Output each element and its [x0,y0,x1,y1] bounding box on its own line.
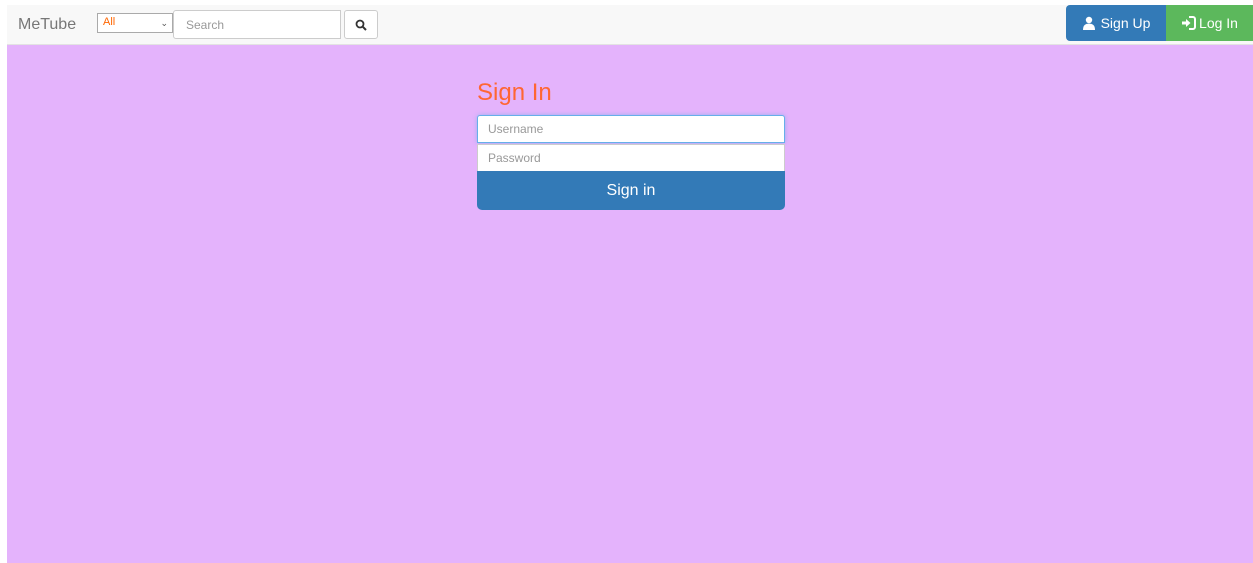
category-select[interactable]: All ⌄ [97,13,173,33]
page-frame: MeTube All ⌄ Sign Up Log In [7,5,1253,563]
search-input[interactable] [173,10,341,39]
password-field[interactable] [477,144,785,172]
log-in-label: Log In [1199,15,1238,31]
log-in-button[interactable]: Log In [1166,5,1253,41]
sign-up-button[interactable]: Sign Up [1066,5,1166,41]
page-title: Sign In [477,79,552,106]
user-icon [1082,16,1095,30]
brand-logo[interactable]: MeTube [18,16,76,34]
sign-up-label: Sign Up [1100,15,1151,31]
chevron-down-icon: ⌄ [160,18,168,28]
category-select-value: All [103,16,116,28]
log-in-icon [1182,16,1197,30]
sign-in-label: Sign in [606,181,656,199]
sign-in-button[interactable]: Sign in [477,171,785,210]
navbar: MeTube All ⌄ Sign Up Log In [7,5,1253,45]
search-icon [355,19,367,31]
search-button[interactable] [344,10,378,39]
username-field[interactable] [477,115,785,143]
